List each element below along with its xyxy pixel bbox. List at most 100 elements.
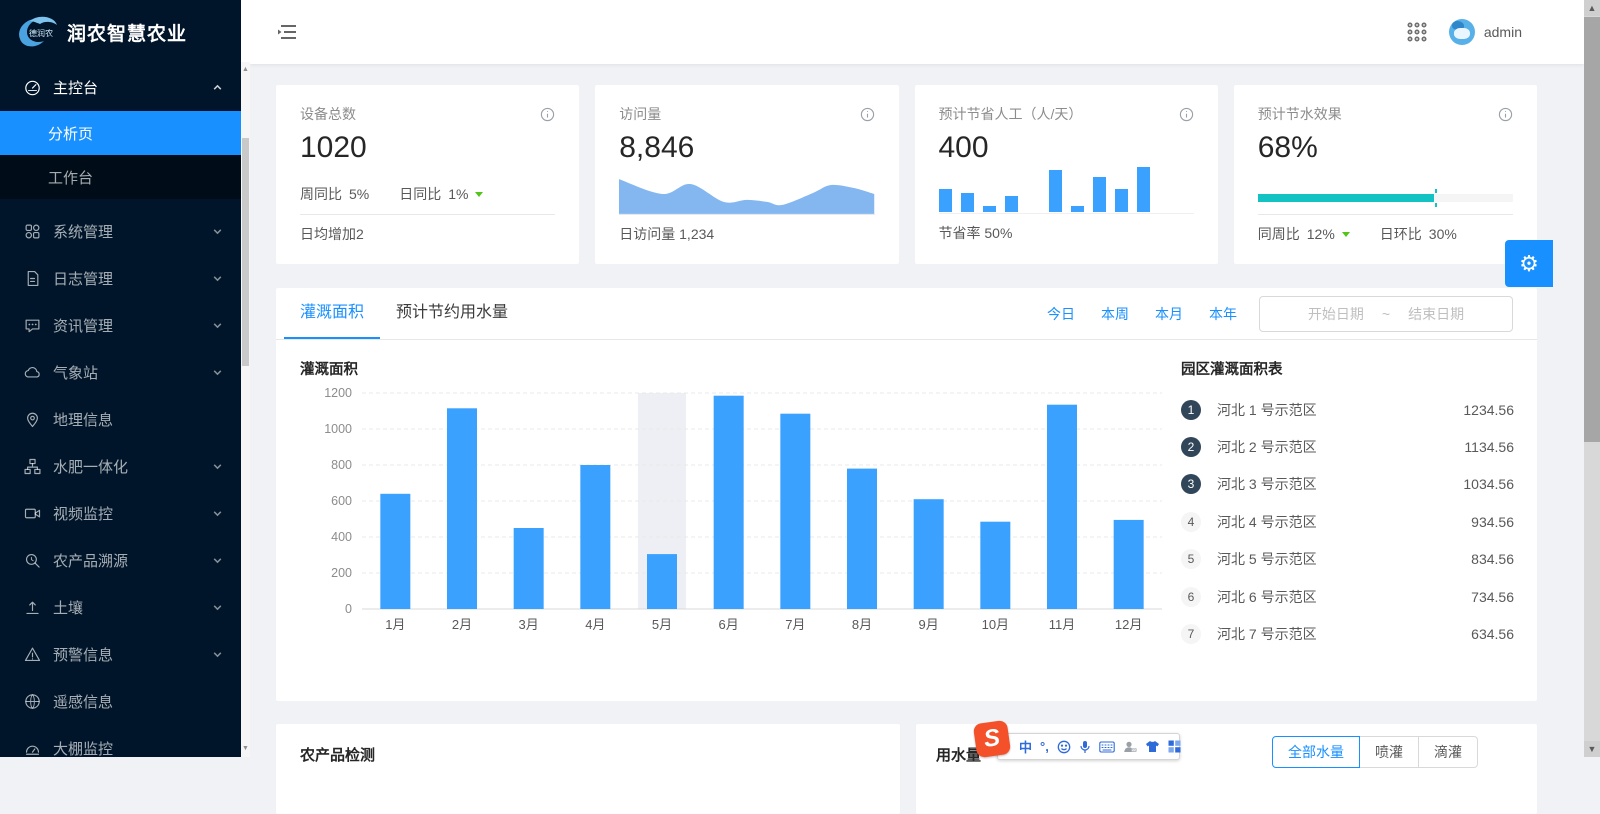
filter-today[interactable]: 今日 (1047, 304, 1075, 324)
chevron-down-icon (212, 555, 223, 566)
chevron-down-icon (212, 226, 223, 237)
emoji-icon[interactable] (1057, 740, 1071, 754)
username: admin (1484, 24, 1522, 40)
page-scrollbar-thumb[interactable] (1584, 17, 1600, 442)
sogou-logo[interactable]: S (973, 720, 1011, 758)
menu-fold-icon[interactable] (277, 23, 297, 41)
sidebar: 德润农 润农智慧农业 主控台分析页工作台系统管理日志管理资讯管理气象站地理信息水… (0, 0, 241, 757)
sidebar-item-气象站[interactable]: 气象站 (0, 349, 241, 396)
message-icon (24, 317, 41, 334)
tab-irrigation-area[interactable]: 灌溉面积 (284, 288, 380, 339)
toolbox-icon[interactable] (1168, 740, 1181, 753)
sidebar-scrollbar-thumb[interactable] (242, 138, 249, 366)
sidebar-item-遥感信息[interactable]: 遥感信息 (0, 678, 241, 725)
info-icon[interactable] (1179, 107, 1194, 122)
card-value: 8,846 (619, 130, 874, 166)
globe-icon (24, 693, 41, 710)
location-icon (24, 411, 41, 428)
mini-bar (939, 189, 952, 212)
trend-value: 5% (349, 186, 369, 202)
apps-icon (24, 223, 41, 240)
info-icon[interactable] (1498, 107, 1513, 122)
filter-this-month[interactable]: 本月 (1155, 304, 1183, 324)
skin-icon[interactable] (1145, 740, 1160, 753)
sidebar-item-系统管理[interactable]: 系统管理 (0, 208, 241, 255)
rank-value: 1234.56 (1463, 402, 1514, 418)
dashboard-icon (24, 79, 41, 96)
progress-target-marker (1435, 203, 1437, 207)
sidebar-item-主控台[interactable]: 主控台 (0, 64, 241, 111)
info-icon[interactable] (860, 107, 875, 122)
irrigation-panel: 灌溉面积 预计节约用水量 今日 本周 本月 本年 开始日期 ~ 结束日期 灌溉面… (276, 288, 1537, 701)
filter-this-week[interactable]: 本周 (1101, 304, 1129, 324)
sidebar-item-土壤[interactable]: 土壤 (0, 584, 241, 631)
scroll-up-icon[interactable]: ▲ (241, 64, 250, 76)
svg-text:6月: 6月 (719, 617, 739, 632)
sidebar-item-视频监控[interactable]: 视频监控 (0, 490, 241, 537)
sidebar-item-农产品溯源[interactable]: 农产品溯源 (0, 537, 241, 584)
punctuation-icon[interactable]: °, (1040, 739, 1049, 754)
sidebar-item-label: 视频监控 (53, 503, 113, 524)
rank-name: 河北 3 号示范区 (1217, 474, 1317, 494)
apps-grid-icon[interactable] (1407, 22, 1427, 42)
card-value: 1020 (300, 130, 555, 166)
sidebar-item-日志管理[interactable]: 日志管理 (0, 255, 241, 302)
keyboard-icon[interactable] (1099, 741, 1115, 753)
sidebar-item-预警信息[interactable]: 预警信息 (0, 631, 241, 678)
date-range-input[interactable]: 开始日期 ~ 结束日期 (1259, 296, 1513, 332)
lang-zh[interactable]: 中 (1019, 737, 1032, 756)
card-title: 访问量 (619, 104, 661, 124)
settings-gear-button[interactable]: ⚙ (1505, 240, 1553, 287)
svg-text:1000: 1000 (324, 422, 352, 436)
sidebar-item-label: 预警信息 (53, 644, 113, 665)
user-menu[interactable]: admin (1449, 19, 1522, 45)
caret-down-icon (1342, 232, 1350, 237)
mini-bar (1137, 167, 1150, 212)
rank-value: 1134.56 (1464, 439, 1514, 455)
sidebar-item-大棚监控[interactable]: 大棚监控 (0, 725, 241, 772)
svg-text:1200: 1200 (324, 386, 352, 400)
svg-text:3月: 3月 (519, 617, 539, 632)
scroll-down-icon[interactable]: ▼ (1584, 741, 1600, 757)
sidebar-item-水肥一体化[interactable]: 水肥一体化 (0, 443, 241, 490)
scroll-up-icon[interactable]: ▲ (1584, 0, 1600, 16)
chevron-down-icon (212, 649, 223, 660)
segment-sprinkler[interactable]: 喷灌 (1359, 736, 1419, 768)
svg-text:12月: 12月 (1115, 617, 1142, 632)
page-scrollbar[interactable]: ▲ ▼ (1584, 0, 1600, 757)
account-icon[interactable]: 22 (1123, 740, 1137, 754)
brand-logo-icon: 德润农 (14, 13, 60, 51)
trend-value: 12% (1307, 226, 1335, 242)
filter-this-year[interactable]: 本年 (1209, 304, 1237, 324)
gauge-icon (24, 740, 41, 757)
svg-text:11月: 11月 (1049, 617, 1076, 632)
mini-bar (961, 193, 974, 212)
segment-all-water[interactable]: 全部水量 (1272, 736, 1360, 768)
scroll-down-icon[interactable]: ▼ (241, 743, 250, 755)
svg-text:600: 600 (331, 494, 352, 508)
tab-estimated-water-saved[interactable]: 预计节约用水量 (380, 288, 524, 339)
irrigation-ranking: 园区灌溉面积表 1河北 1 号示范区1234.562河北 2 号示范区1134.… (1181, 358, 1514, 653)
irrigation-chart: 灌溉面积 0200400600800100012001月2月3月4月5月6月7月… (300, 358, 1172, 639)
sidebar-item-资讯管理[interactable]: 资讯管理 (0, 302, 241, 349)
labor-bar-chart (939, 168, 1194, 214)
chevron-up-icon (212, 82, 223, 93)
trend-label: 日环比 (1380, 224, 1422, 244)
microphone-icon[interactable] (1079, 740, 1091, 754)
sidebar-scrollbar[interactable]: ▲ ▼ (241, 0, 250, 757)
sidebar-scrollbar-track[interactable]: ▲ ▼ (241, 62, 250, 757)
mini-bar (1049, 170, 1062, 212)
sidebar-item-地理信息[interactable]: 地理信息 (0, 396, 241, 443)
svg-text:10月: 10月 (982, 617, 1009, 632)
brand-title: 润农智慧农业 (67, 19, 187, 46)
mini-bar (983, 206, 996, 212)
card-footer: 节省率 50% (939, 214, 1194, 243)
sidebar-subitem-工作台[interactable]: 工作台 (0, 155, 241, 199)
sidebar-subitem-分析页[interactable]: 分析页 (0, 111, 241, 155)
info-icon[interactable] (540, 107, 555, 122)
trend-value: 30% (1429, 226, 1457, 242)
stat-cards-row: 设备总数 1020 周同比5% 日同比1% 日均增加2 访问量 8,846 日访… (276, 85, 1537, 264)
soil-icon (24, 599, 41, 616)
card-footer: 日访问量 1,234 (619, 215, 874, 244)
segment-drip[interactable]: 滴灌 (1418, 736, 1478, 768)
